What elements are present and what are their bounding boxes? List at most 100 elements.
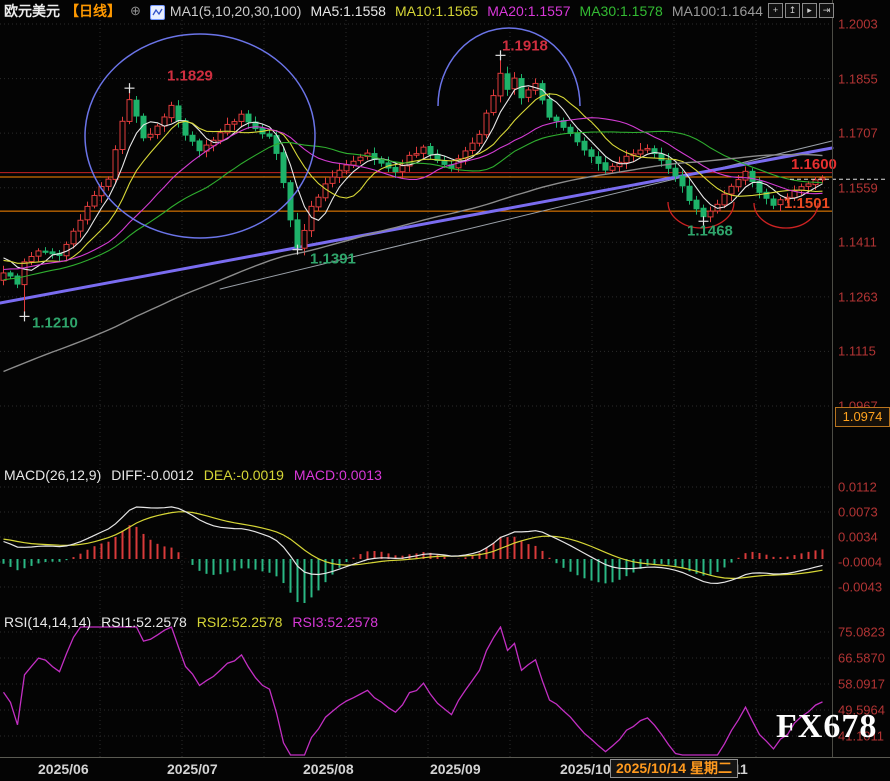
rsi-header: RSI(14,14,14) RSI1:52.2578 RSI2:52.2578 … [4, 614, 378, 630]
rsi-title: RSI(14,14,14) [4, 614, 91, 630]
axis-tick-label: -0.0004 [838, 555, 882, 570]
price-annotation: 1.1391 [310, 250, 356, 267]
collapse-right-icon[interactable]: ⇥ [819, 3, 834, 18]
candle [183, 121, 188, 135]
candle [400, 166, 405, 172]
candle [771, 199, 776, 205]
ma30-line [4, 131, 823, 279]
candle [169, 105, 174, 117]
candle [190, 135, 195, 141]
candle [645, 148, 650, 150]
candle [36, 251, 41, 256]
time-axis-label: 2025/10 [560, 761, 611, 777]
candle [162, 117, 167, 126]
candle [624, 156, 629, 162]
time-axis-label: 2025/07 [167, 761, 218, 777]
candle [729, 186, 734, 194]
price-axis-line [832, 0, 833, 757]
axis-price-box: 1.0974 [835, 407, 890, 427]
price-annotation: 1.1210 [32, 314, 78, 331]
candlestick-chart-canvas[interactable]: 1.16001.15011.18291.19181.13911.12101.14… [0, 0, 890, 781]
axis-play-icon[interactable]: ▸ [802, 3, 817, 18]
axis-tick-label: 0.0112 [838, 480, 877, 495]
candle [197, 141, 202, 151]
ma100-value: MA100:1.1644 [672, 3, 763, 19]
candle [428, 146, 433, 154]
candle [806, 184, 811, 186]
candle [358, 157, 363, 160]
candle [722, 194, 727, 205]
price-annotation: 1.1918 [502, 37, 548, 54]
candle [659, 154, 664, 160]
candle [575, 133, 580, 142]
ma30-value: MA30:1.1578 [580, 3, 663, 19]
rsi2-value: RSI2:52.2578 [197, 614, 283, 630]
candle [134, 100, 139, 116]
macd-diff-value: DIFF:-0.0012 [111, 467, 193, 483]
circle-plus-icon[interactable]: ⊕ [130, 3, 141, 19]
candle [442, 161, 447, 164]
rsi3-value: RSI3:52.2578 [292, 614, 378, 630]
time-axis-label: 2025/08 [303, 761, 354, 777]
candle [477, 134, 482, 143]
time-axis-label: 2025/06 [38, 761, 89, 777]
candle [281, 153, 286, 183]
candle [120, 121, 125, 149]
candle [71, 231, 76, 244]
axis-tick-label: 1.1115 [838, 344, 876, 359]
crosshair-date-box: 2025/10/14 星期二 [610, 759, 738, 778]
candle [267, 134, 272, 136]
candle [491, 96, 496, 113]
pan-move-icon[interactable]: + [768, 3, 783, 18]
candle [687, 186, 692, 200]
candle [393, 167, 398, 171]
candle [512, 78, 517, 89]
candle [155, 126, 160, 134]
axis-tick-label: 1.1411 [838, 235, 877, 250]
candle [43, 251, 48, 252]
candle [708, 211, 713, 217]
candle [610, 166, 615, 170]
candle [239, 114, 244, 121]
candle [743, 171, 748, 180]
candle [484, 113, 489, 135]
axis-tick-label: 1.1855 [838, 71, 878, 86]
mini-chart-icon[interactable] [150, 5, 165, 20]
candle [498, 73, 503, 96]
candle [50, 252, 55, 254]
candle [351, 161, 356, 165]
axis-tick-label: -0.0043 [838, 580, 882, 595]
macd-header: MACD(26,12,9) DIFF:-0.0012 DEA:-0.0019 M… [4, 467, 382, 483]
price-annotation: 1.1468 [687, 222, 733, 239]
axis-tick-label: 75.0823 [838, 625, 885, 640]
axis-tick-label: 0.0034 [838, 530, 878, 545]
candle [127, 100, 132, 122]
price-annotation: 1.1600 [791, 156, 837, 173]
ma100-line [4, 155, 823, 372]
axis-tick-label: 1.1263 [838, 289, 878, 304]
candle [344, 165, 349, 171]
candle [505, 74, 510, 90]
candle [176, 106, 181, 121]
period-label[interactable]: 【日线】 [65, 1, 121, 21]
candle [22, 262, 27, 285]
candle [330, 177, 335, 183]
candle [673, 168, 678, 176]
candle [8, 273, 13, 276]
axis-tick-label: 66.5870 [838, 651, 885, 666]
ma5-value: MA5:1.1558 [310, 3, 386, 19]
axis-tick-label: 1.2003 [838, 17, 878, 32]
candle [701, 208, 706, 216]
candle [638, 150, 643, 154]
trading-chart-window: 1.16001.15011.18291.19181.13911.12101.14… [0, 0, 890, 781]
macd-panel [4, 507, 823, 603]
candle [113, 150, 118, 180]
ma-settings-label: MA1(5,10,20,30,100) [170, 3, 302, 19]
candle [302, 230, 307, 248]
candle [148, 134, 153, 137]
candle [232, 122, 237, 125]
candle [526, 90, 531, 97]
candle [106, 179, 111, 186]
candle [246, 114, 251, 122]
axis-zoom-in-icon[interactable]: ↥ [785, 3, 800, 18]
